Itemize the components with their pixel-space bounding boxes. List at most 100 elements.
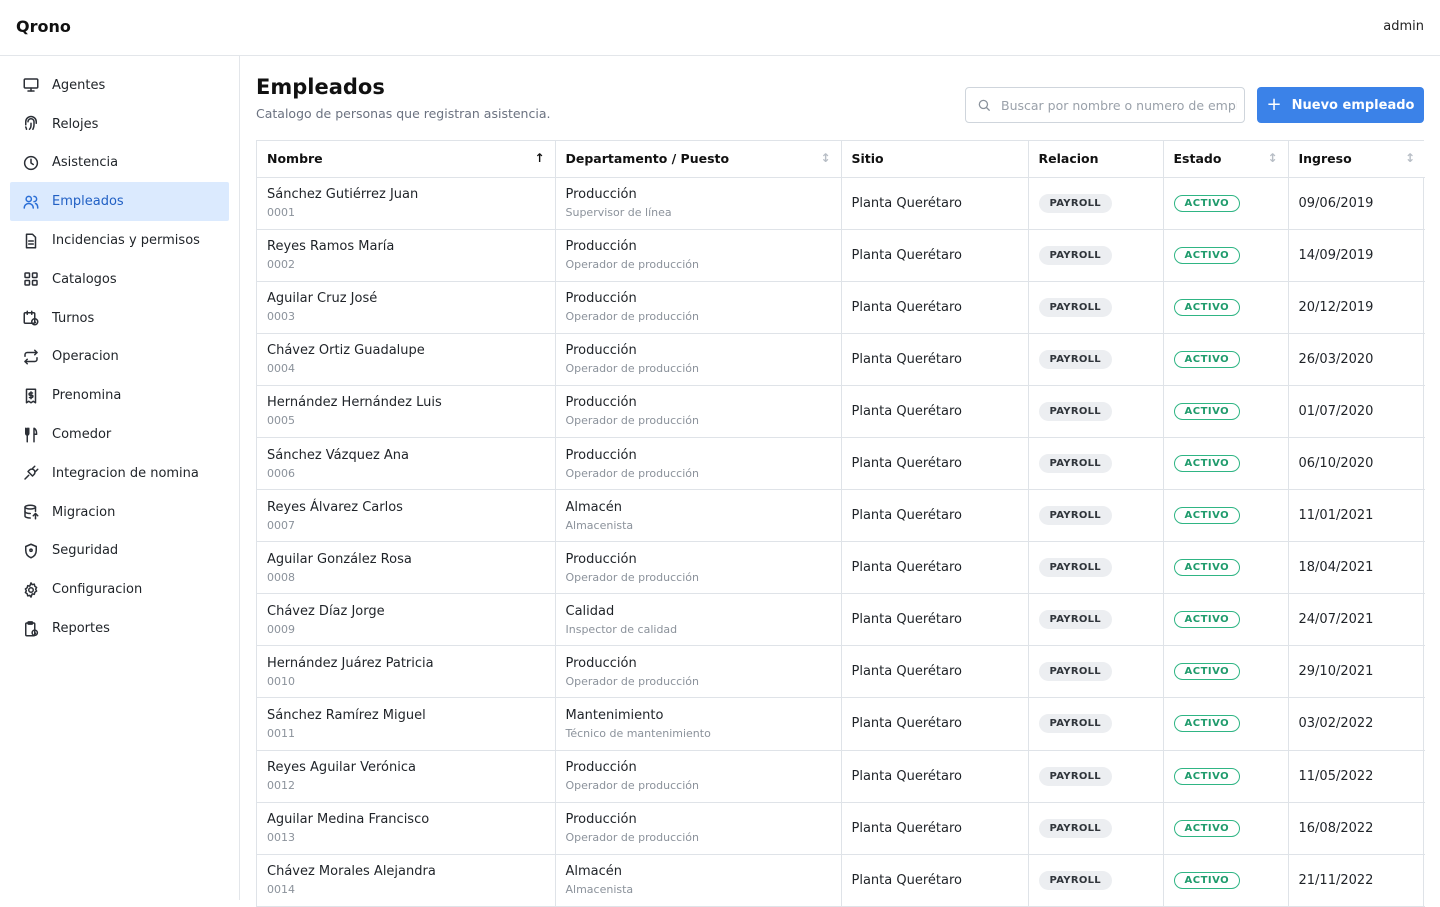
department-cell: Producción Operador de producción <box>555 541 842 595</box>
department-cell: Producción Operador de producción <box>555 802 842 855</box>
sidebar-item-configuracion[interactable]: Configuracion <box>10 570 229 609</box>
page-title: Empleados <box>256 75 385 99</box>
search-box[interactable] <box>965 87 1245 123</box>
sort-icon[interactable]: ↕ <box>820 151 830 165</box>
employee-name[interactable]: Reyes Aguilar Verónica <box>267 760 545 775</box>
sidebar-item-relojes[interactable]: Relojes <box>10 105 229 144</box>
employee-name[interactable]: Sánchez Ramírez Miguel <box>267 708 545 723</box>
relation-cell: PAYROLL <box>1028 593 1164 647</box>
position: Operador de producción <box>565 831 699 845</box>
sidebar-item-turnos[interactable]: Turnos <box>10 299 229 338</box>
employee-name[interactable]: Reyes Ramos María <box>267 239 545 254</box>
table-row[interactable]: Sánchez Vázquez Ana 0006 Producción Operado… <box>257 437 1425 491</box>
position: Operador de producción <box>565 258 699 272</box>
sidebar-item-migracion[interactable]: Migracion <box>10 493 229 532</box>
search-icon <box>977 98 991 112</box>
table-row[interactable]: Chávez Morales Alejandra 0014 Almacén Almac… <box>257 854 1425 907</box>
sidebar-item-reportes[interactable]: Reportes <box>10 609 229 648</box>
employee-number: 0005 <box>267 414 295 428</box>
relation-cell: PAYROLL <box>1028 177 1164 230</box>
column-header-nombre[interactable]: Nombre ↑ <box>257 141 556 178</box>
employee-name[interactable]: Sánchez Vázquez Ana <box>267 448 545 463</box>
table-header: Nombre ↑ Departamento / Puesto ↕ Sitio Relaci… <box>257 141 1425 178</box>
employee-name[interactable]: Hernández Hernández Luis <box>267 395 545 410</box>
relation-cell: PAYROLL <box>1028 854 1164 907</box>
table-row[interactable]: Reyes Ramos María 0002 Producción Operador … <box>257 229 1425 282</box>
employee-name[interactable]: Chávez Morales Alejandra <box>267 864 545 879</box>
department: Calidad <box>565 603 615 619</box>
clipboard-icon <box>22 620 40 638</box>
hire-date-cell: 16/08/2022 <box>1288 802 1425 855</box>
employee-name[interactable]: Reyes Álvarez Carlos <box>267 500 545 515</box>
hire-date-cell: 26/03/2020 <box>1288 333 1425 386</box>
sidebar-item-agentes[interactable]: Agentes <box>10 66 229 105</box>
hire-date: 11/01/2021 <box>1298 508 1374 524</box>
employee-number: 0013 <box>267 831 295 845</box>
relation-badge: PAYROLL <box>1038 870 1112 890</box>
position: Supervisor de línea <box>565 206 672 220</box>
table-row[interactable]: Chávez Díaz Jorge 0009 Calidad Inspector de… <box>257 593 1425 647</box>
sidebar-item-prenomina[interactable]: Prenomina <box>10 376 229 415</box>
sidebar-item-incidencias-y-permisos[interactable]: Incidencias y permisos <box>10 221 229 260</box>
sort-icon[interactable]: ↕ <box>1267 151 1277 165</box>
name-cell: Aguilar Cruz José 0003 <box>257 281 556 334</box>
monitor-icon <box>22 76 40 94</box>
table-row[interactable]: Aguilar Cruz José 0003 Producción Operador … <box>257 281 1425 334</box>
employee-number: 0003 <box>267 310 295 324</box>
department: Producción <box>565 239 637 255</box>
sidebar-item-empleados[interactable]: Empleados <box>10 182 229 222</box>
employee-name[interactable]: Hernández Juárez Patricia <box>267 656 545 671</box>
app-brand[interactable]: Qrono <box>16 17 71 36</box>
sidebar-item-label: Comedor <box>52 427 112 443</box>
department: Mantenimiento <box>565 707 664 723</box>
table-row[interactable]: Aguilar González Rosa 0008 Producción Opera… <box>257 541 1425 595</box>
site-cell: Planta Querétaro <box>841 645 1029 699</box>
site: Planta Querétaro <box>851 612 962 628</box>
status-badge: ACTIVO <box>1173 350 1241 368</box>
new-employee-button[interactable]: + Nuevo empleado <box>1257 87 1424 123</box>
status-cell: ACTIVO <box>1163 229 1289 282</box>
sort-icon[interactable]: ↕ <box>1405 151 1415 165</box>
employee-name[interactable]: Chávez Díaz Jorge <box>267 604 545 619</box>
site-cell: Planta Querétaro <box>841 854 1029 907</box>
site-cell: Planta Querétaro <box>841 229 1029 282</box>
search-input[interactable] <box>1001 97 1237 113</box>
employee-name[interactable]: Sánchez Gutiérrez Juan <box>267 187 545 202</box>
employee-name[interactable]: Aguilar Medina Francisco <box>267 812 545 827</box>
department-cell: Producción Operador de producción <box>555 385 842 438</box>
sidebar-item-asistencia[interactable]: Asistencia <box>10 144 229 183</box>
user-menu[interactable]: admin <box>1383 19 1424 34</box>
sidebar: Agentes Relojes Asistencia Empleados Inciden… <box>0 56 240 900</box>
sidebar-item-operacion[interactable]: Operacion <box>10 338 229 377</box>
table-row[interactable]: Chávez Ortiz Guadalupe 0004 Producción Oper… <box>257 333 1425 386</box>
table-row[interactable]: Reyes Aguilar Verónica 0012 Producción Oper… <box>257 750 1425 803</box>
employee-number: 0014 <box>267 883 295 897</box>
employee-number: 0007 <box>267 518 295 532</box>
column-header-estado[interactable]: Estado ↕ <box>1163 141 1289 178</box>
clock-icon <box>22 154 40 172</box>
sort-asc-icon[interactable]: ↑ <box>534 151 544 165</box>
table-row[interactable]: Hernández Juárez Patricia 0010 Producción O… <box>257 645 1425 699</box>
department-cell: Calidad Inspector de calidad <box>555 593 842 647</box>
table-row[interactable]: Aguilar Medina Francisco 0013 Producción Op… <box>257 802 1425 855</box>
employee-name[interactable]: Aguilar Cruz José <box>267 291 545 306</box>
table-row[interactable]: Reyes Álvarez Carlos 0007 Almacén Almacenis… <box>257 489 1425 543</box>
site-cell: Planta Querétaro <box>841 177 1029 230</box>
relation-badge: PAYROLL <box>1038 714 1112 734</box>
position: Operador de producción <box>565 466 699 480</box>
department: Almacén <box>565 864 623 880</box>
table-row[interactable]: Sánchez Gutiérrez Juan 0001 Producción Supe… <box>257 177 1425 230</box>
column-header-ingreso[interactable]: Ingreso ↕ <box>1288 141 1425 178</box>
table-row[interactable]: Sánchez Ramírez Miguel 0011 Mantenimiento T… <box>257 697 1425 751</box>
department: Almacén <box>565 499 623 515</box>
sidebar-item-comedor[interactable]: Comedor <box>10 415 229 454</box>
table-row[interactable]: Hernández Hernández Luis 0005 Producción Op… <box>257 385 1425 438</box>
hire-date-cell: 14/09/2019 <box>1288 229 1425 282</box>
employee-name[interactable]: Aguilar González Rosa <box>267 552 545 567</box>
sidebar-item-integracion-de-nomina[interactable]: Integracion de nomina <box>10 454 229 493</box>
sidebar-item-seguridad[interactable]: Seguridad <box>10 532 229 571</box>
column-header-departamento-puesto[interactable]: Departamento / Puesto ↕ <box>555 141 842 178</box>
employee-name[interactable]: Chávez Ortiz Guadalupe <box>267 343 545 358</box>
sidebar-item-catalogos[interactable]: Catalogos <box>10 260 229 299</box>
hire-date-cell: 11/01/2021 <box>1288 489 1425 543</box>
